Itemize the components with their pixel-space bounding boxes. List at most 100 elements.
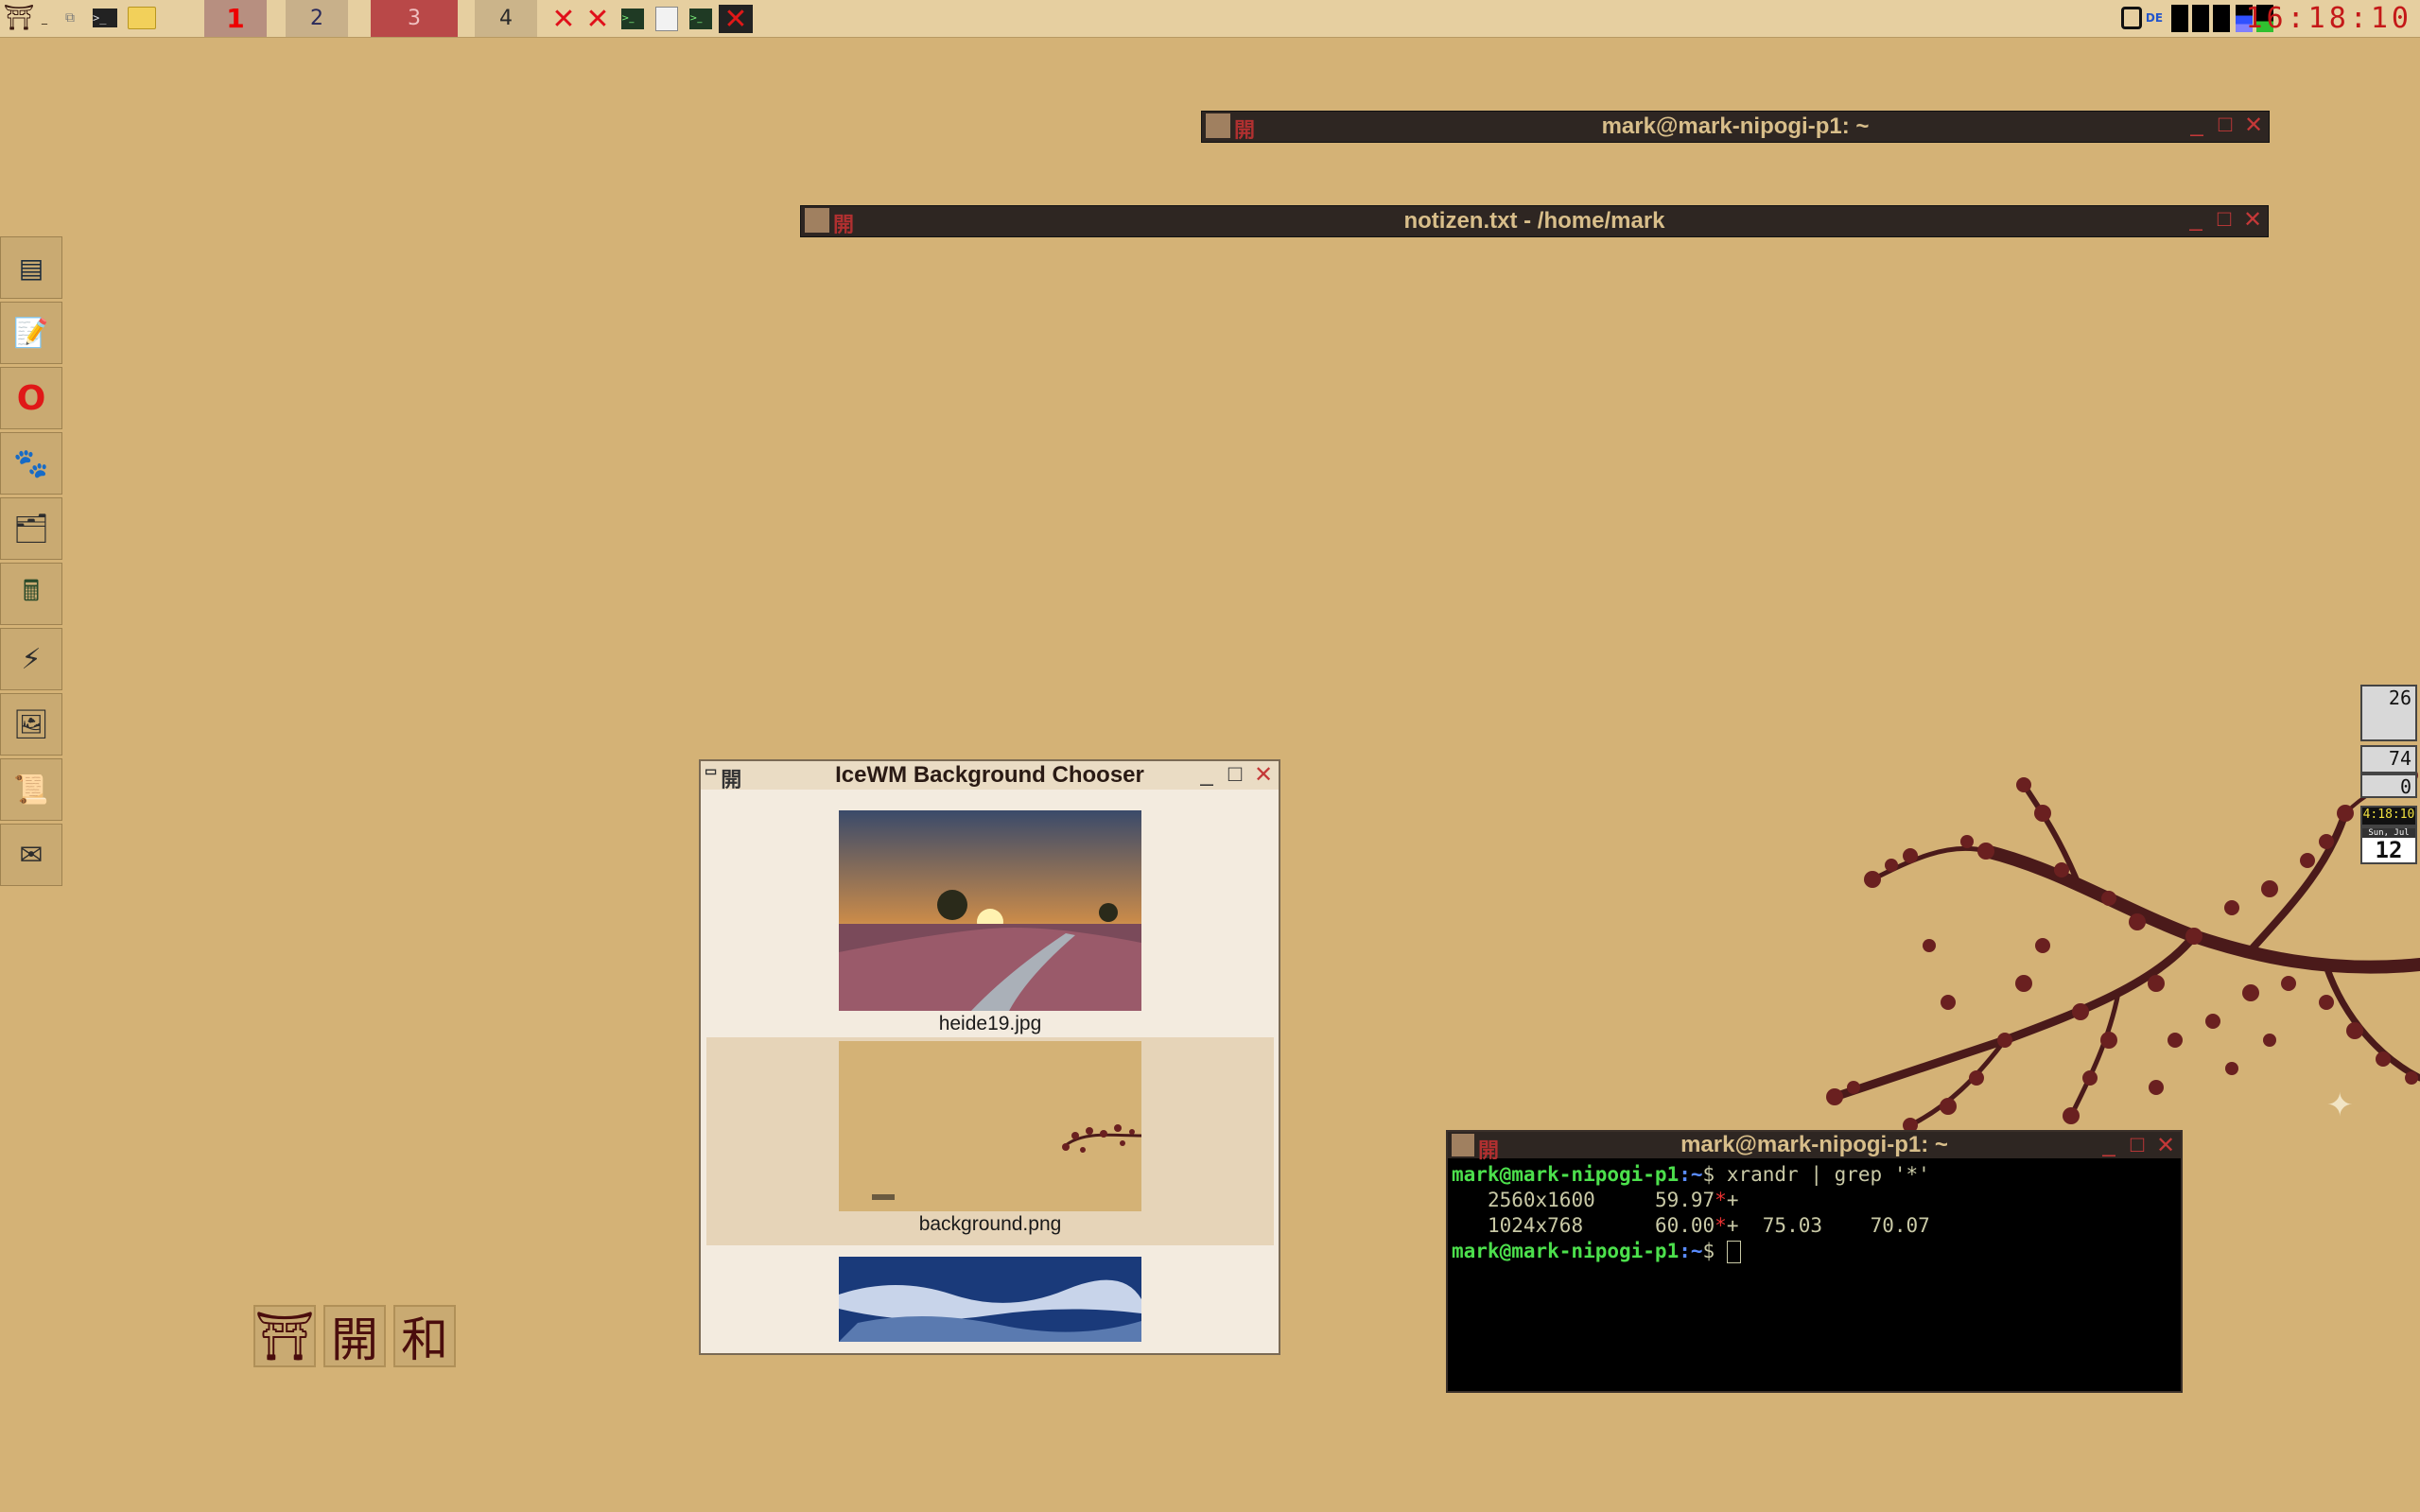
- close-button[interactable]: ✕: [2242, 112, 2265, 139]
- clouds-thumbnail: [839, 1257, 1141, 1342]
- calendar-day: 12: [2375, 837, 2403, 863]
- workspace-1-button[interactable]: 1: [204, 0, 267, 37]
- dock-mail-button[interactable]: ✉: [0, 824, 62, 886]
- terminal-icon: ▤: [18, 252, 44, 284]
- workspace-1-label: 1: [226, 3, 245, 34]
- close-button[interactable]: ✕: [2241, 206, 2264, 234]
- dock-calculator-button[interactable]: 🖩: [0, 563, 62, 625]
- start-menu-torii-icon[interactable]: ⛩: [4, 4, 35, 32]
- output-current-mark: *: [1715, 1214, 1727, 1237]
- kanji-open-label: 開: [331, 1312, 378, 1367]
- window-list-icon[interactable]: ⧉: [59, 4, 81, 32]
- background-chooser-window[interactable]: ▭ 開 IceWM Background Chooser _ □ ✕ heide19.…: [699, 759, 1280, 1355]
- taskbar: ⛩ _ ⧉ >_ 1 2 3 4 ✕ ✕ >_ >_ ✕ DE 16:18:10: [0, 0, 2420, 38]
- chooser-titlebar[interactable]: ▭ 開 IceWM Background Chooser _ □ ✕: [701, 761, 1279, 791]
- terminal-task-icon-2[interactable]: >_: [687, 5, 715, 33]
- kanji-open-button[interactable]: 開: [323, 1305, 386, 1367]
- kanji-open-icon: 開: [1234, 118, 1256, 142]
- terminal-cursor: [1726, 1241, 1741, 1263]
- gimp-icon: 🐾: [13, 446, 49, 480]
- minimize-button[interactable]: _: [1195, 761, 1218, 789]
- load-widget: 0: [2360, 773, 2417, 798]
- text-editor-icon: 📝: [13, 316, 49, 350]
- chooser-list[interactable]: heide19.jpg background.png: [701, 790, 1279, 1351]
- dock-gimp-button[interactable]: 🐾: [0, 432, 62, 495]
- terminal-window-title: mark@mark-nipogi-p1: ~: [1601, 113, 1870, 139]
- dock-file-manager-button[interactable]: 🗂: [0, 497, 62, 560]
- terminal-window[interactable]: 開 mark@mark-nipogi-p1: ~ _ □ ✕ mark@mark-n…: [1446, 1130, 2183, 1393]
- workspace-4-button[interactable]: 4: [475, 0, 537, 37]
- minimize-button[interactable]: _: [2098, 1132, 2120, 1159]
- torii-icon: ⛩: [254, 1308, 315, 1364]
- wallpaper-item-selected[interactable]: background.png: [706, 1037, 1274, 1245]
- window-menu-icon[interactable]: [1452, 1134, 1474, 1156]
- chooser-window-title: IceWM Background Chooser: [835, 762, 1144, 788]
- terminal-output[interactable]: mark@mark-nipogi-p1:~$ xrandr | grep '*'…: [1448, 1158, 2181, 1268]
- terminal-window-shaded[interactable]: 開 mark@mark-nipogi-p1: ~ _ □ ✕: [1201, 111, 2270, 143]
- svg-text:✦: ✦: [2326, 1086, 2354, 1124]
- maximize-button[interactable]: □: [1224, 761, 1246, 789]
- maximize-button[interactable]: □: [2213, 206, 2236, 234]
- time-value: 4:18:10: [2362, 808, 2415, 822]
- xfce-close-icon-2[interactable]: ✕: [583, 3, 613, 36]
- kanji-peace-button[interactable]: 和: [393, 1305, 456, 1367]
- cherry-blossom-branch-decoration: ✦: [1826, 769, 2420, 1133]
- heide-thumbnail: [839, 810, 1141, 1011]
- text-editor-task-icon[interactable]: [653, 5, 681, 33]
- minimize-button[interactable]: _: [2185, 112, 2208, 139]
- prompt-user: mark@mark-nipogi-p1: [1452, 1240, 1680, 1262]
- notes-window-title: notizen.txt - /home/mark: [1403, 208, 1665, 234]
- output-preferred-mark: +: [1726, 1214, 1739, 1237]
- network-tray-icon[interactable]: [2120, 4, 2143, 32]
- output-rate: 59.97: [1654, 1189, 1715, 1211]
- window-menu-icon[interactable]: [805, 208, 829, 233]
- load-value: 0: [2399, 775, 2411, 798]
- cpu-widget: 74: [2360, 745, 2417, 773]
- dock-lightning-button[interactable]: ⚡: [0, 628, 62, 690]
- maximize-button[interactable]: □: [2126, 1132, 2149, 1159]
- window-menu-icon[interactable]: [1206, 113, 1230, 138]
- minimize-button[interactable]: _: [2185, 206, 2207, 234]
- torii-button[interactable]: ⛩: [253, 1305, 316, 1367]
- wallpaper-item[interactable]: [706, 1245, 1274, 1342]
- cpu-value: 74: [2388, 747, 2411, 770]
- close-button[interactable]: ✕: [2154, 1132, 2177, 1159]
- maximize-button[interactable]: □: [2214, 112, 2237, 139]
- clock[interactable]: 16:18:10: [2246, 2, 2413, 35]
- workspace-2-button[interactable]: 2: [286, 0, 348, 37]
- output-extra-rates: 75.03 70.07: [1762, 1214, 1930, 1237]
- notes-titlebar[interactable]: 開 notizen.txt - /home/mark _ □ ✕: [801, 206, 2268, 236]
- notes-window-shaded[interactable]: 開 notizen.txt - /home/mark _ □ ✕: [800, 205, 2269, 237]
- opera-browser-icon: O: [16, 378, 46, 418]
- command-text: xrandr | grep '*': [1726, 1163, 1930, 1186]
- xfce-close-icon[interactable]: ✕: [548, 3, 579, 36]
- output-res: 1024x768: [1487, 1214, 1584, 1237]
- prompt-sign: $: [1702, 1240, 1715, 1262]
- prompt-user: mark@mark-nipogi-p1: [1452, 1163, 1680, 1186]
- terminal-launcher-icon[interactable]: >_: [91, 4, 119, 32]
- dock-terminal-button[interactable]: ▤: [0, 236, 62, 299]
- terminal-titlebar[interactable]: 開 mark@mark-nipogi-p1: ~ _ □ ✕: [1202, 112, 2269, 142]
- show-desktop-icon[interactable]: _: [38, 4, 51, 32]
- wallpaper-filename: heide19.jpg: [938, 1013, 1042, 1034]
- terminal-main-titlebar[interactable]: 開 mark@mark-nipogi-p1: ~ _ □ ✕: [1448, 1132, 2181, 1162]
- output-preferred-mark: +: [1726, 1189, 1739, 1211]
- cpu-monitor-bar: [2171, 5, 2188, 32]
- close-button[interactable]: ✕: [1252, 761, 1275, 789]
- dock-scroll-button[interactable]: 📜: [0, 758, 62, 821]
- wallpaper-item[interactable]: heide19.jpg: [706, 790, 1274, 1037]
- close-task-icon[interactable]: ✕: [719, 3, 753, 36]
- keyboard-layout-indicator[interactable]: DE: [2143, 4, 2166, 32]
- terminal-task-icon[interactable]: >_: [618, 5, 647, 33]
- workspace-3-button[interactable]: 3: [371, 0, 458, 37]
- scroll-icon: 📜: [13, 773, 49, 807]
- dock-image-viewer-button[interactable]: 🖼: [0, 693, 62, 756]
- wallpaper-filename: background.png: [918, 1213, 1062, 1235]
- dock-text-editor-button[interactable]: 📝: [0, 302, 62, 364]
- workspace-2-label: 2: [310, 7, 323, 30]
- output-res: 2560x1600: [1487, 1189, 1595, 1211]
- folder-launcher-icon[interactable]: [127, 4, 157, 32]
- dock-opera-button[interactable]: O: [0, 367, 62, 429]
- time-widget: 4:18:10: [2360, 806, 2417, 826]
- prompt-path: :~: [1679, 1240, 1703, 1262]
